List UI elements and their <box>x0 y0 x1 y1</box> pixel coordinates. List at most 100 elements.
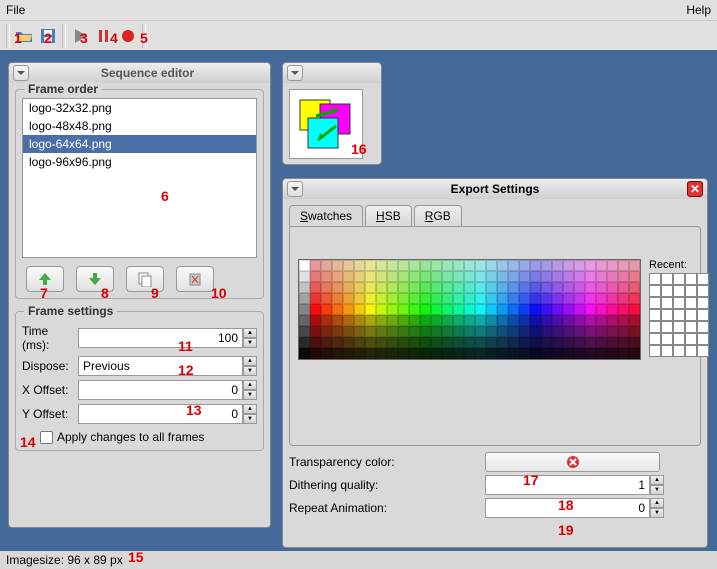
swatch-cell[interactable] <box>387 315 398 326</box>
tab-swatches[interactable]: SSwatcheswatches <box>289 205 363 226</box>
recent-swatch[interactable] <box>685 285 697 297</box>
swatch-cell[interactable] <box>310 337 321 348</box>
swatch-cell[interactable] <box>497 315 508 326</box>
swatch-cell[interactable] <box>475 326 486 337</box>
swatch-cell[interactable] <box>343 260 354 271</box>
toolbar-pause-button[interactable] <box>92 24 116 48</box>
swatch-cell[interactable] <box>585 348 596 359</box>
toolbar-play-button[interactable] <box>68 24 92 48</box>
swatch-cell[interactable] <box>409 337 420 348</box>
swatch-cell[interactable] <box>497 337 508 348</box>
swatch-cell[interactable] <box>387 282 398 293</box>
swatch-cell[interactable] <box>398 271 409 282</box>
swatch-cell[interactable] <box>409 315 420 326</box>
swatch-cell[interactable] <box>310 271 321 282</box>
swatch-cell[interactable] <box>387 293 398 304</box>
recent-swatch[interactable] <box>697 345 709 357</box>
recent-swatch[interactable] <box>673 309 685 321</box>
swatch-cell[interactable] <box>497 271 508 282</box>
swatch-cell[interactable] <box>519 337 530 348</box>
swatch-cell[interactable] <box>464 304 475 315</box>
swatch-cell[interactable] <box>310 348 321 359</box>
swatch-cell[interactable] <box>541 293 552 304</box>
swatch-cell[interactable] <box>354 348 365 359</box>
swatch-cell[interactable] <box>585 315 596 326</box>
swatch-cell[interactable] <box>618 304 629 315</box>
swatch-cell[interactable] <box>442 271 453 282</box>
swatch-cell[interactable] <box>398 304 409 315</box>
swatch-cell[interactable] <box>629 315 640 326</box>
swatch-cell[interactable] <box>376 293 387 304</box>
swatch-cell[interactable] <box>310 260 321 271</box>
spinner-up[interactable]: ▲ <box>243 328 257 338</box>
swatch-cell[interactable] <box>618 282 629 293</box>
copy-button[interactable] <box>126 266 164 292</box>
swatch-cell[interactable] <box>541 260 552 271</box>
swatch-grid[interactable] <box>298 259 641 360</box>
swatch-cell[interactable] <box>497 348 508 359</box>
swatch-cell[interactable] <box>332 326 343 337</box>
recent-swatch[interactable] <box>685 309 697 321</box>
swatch-cell[interactable] <box>596 315 607 326</box>
swatch-cell[interactable] <box>541 337 552 348</box>
swatch-cell[interactable] <box>321 260 332 271</box>
swatch-cell[interactable] <box>420 337 431 348</box>
dispose-combo[interactable] <box>78 356 243 376</box>
swatch-cell[interactable] <box>332 348 343 359</box>
recent-swatch[interactable] <box>697 285 709 297</box>
spinner-down[interactable]: ▼ <box>243 366 257 376</box>
swatch-cell[interactable] <box>607 260 618 271</box>
swatch-cell[interactable] <box>574 326 585 337</box>
collapse-button[interactable] <box>13 65 29 81</box>
swatch-cell[interactable] <box>596 348 607 359</box>
swatch-cell[interactable] <box>365 337 376 348</box>
toolbar-save-button[interactable] <box>36 24 60 48</box>
swatch-cell[interactable] <box>431 348 442 359</box>
swatch-cell[interactable] <box>442 304 453 315</box>
swatch-cell[interactable] <box>310 282 321 293</box>
swatch-cell[interactable] <box>629 337 640 348</box>
swatch-cell[interactable] <box>519 293 530 304</box>
swatch-cell[interactable] <box>618 293 629 304</box>
swatch-cell[interactable] <box>299 293 310 304</box>
repeat-input[interactable] <box>485 498 650 518</box>
swatch-cell[interactable] <box>629 282 640 293</box>
swatch-cell[interactable] <box>508 271 519 282</box>
swatch-cell[interactable] <box>343 271 354 282</box>
recent-swatch[interactable] <box>673 321 685 333</box>
swatch-cell[interactable] <box>354 293 365 304</box>
swatch-cell[interactable] <box>607 282 618 293</box>
swatch-cell[interactable] <box>596 337 607 348</box>
swatch-cell[interactable] <box>442 337 453 348</box>
swatch-cell[interactable] <box>618 315 629 326</box>
recent-swatch[interactable] <box>685 321 697 333</box>
xoffset-input[interactable] <box>78 380 243 400</box>
swatch-cell[interactable] <box>321 348 332 359</box>
swatch-cell[interactable] <box>332 282 343 293</box>
swatch-cell[interactable] <box>464 271 475 282</box>
swatch-cell[interactable] <box>398 282 409 293</box>
swatch-cell[interactable] <box>563 271 574 282</box>
frame-list[interactable]: logo-32x32.png logo-48x48.png logo-64x64… <box>22 98 257 258</box>
swatch-cell[interactable] <box>486 348 497 359</box>
swatch-cell[interactable] <box>607 337 618 348</box>
swatch-cell[interactable] <box>332 271 343 282</box>
swatch-cell[interactable] <box>321 304 332 315</box>
recent-swatch[interactable] <box>649 345 661 357</box>
swatch-cell[interactable] <box>464 293 475 304</box>
swatch-cell[interactable] <box>332 315 343 326</box>
swatch-cell[interactable] <box>376 315 387 326</box>
apply-all-checkbox[interactable] <box>40 431 53 444</box>
swatch-cell[interactable] <box>585 260 596 271</box>
swatch-cell[interactable] <box>387 260 398 271</box>
swatch-cell[interactable] <box>541 348 552 359</box>
swatch-cell[interactable] <box>563 315 574 326</box>
swatch-cell[interactable] <box>464 326 475 337</box>
swatch-cell[interactable] <box>574 315 585 326</box>
swatch-cell[interactable] <box>464 337 475 348</box>
swatch-cell[interactable] <box>519 282 530 293</box>
swatch-cell[interactable] <box>354 271 365 282</box>
swatch-cell[interactable] <box>376 326 387 337</box>
swatch-cell[interactable] <box>585 304 596 315</box>
swatch-cell[interactable] <box>442 293 453 304</box>
